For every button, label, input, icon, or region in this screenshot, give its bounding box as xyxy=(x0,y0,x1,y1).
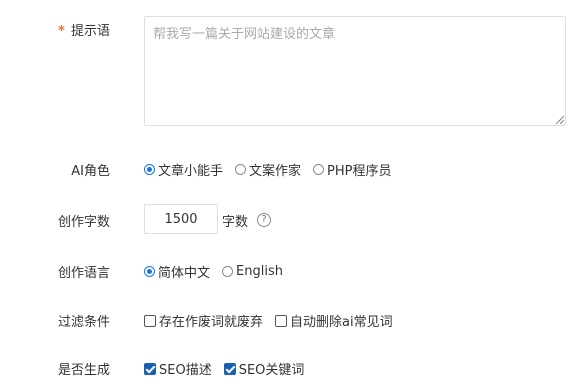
prompt-label: * 提示语 xyxy=(58,20,110,39)
question-circle-icon[interactable]: ? xyxy=(257,213,271,227)
language-option-zh[interactable]: 简体中文 xyxy=(144,262,210,281)
ai-role-option-label: PHP程序员 xyxy=(327,164,392,179)
generate-option-seo-description[interactable]: SEO描述 xyxy=(144,359,212,378)
language-option-label: English xyxy=(236,264,283,279)
radio-selected-icon[interactable] xyxy=(144,266,155,277)
ai-role-option-label: 文章小能手 xyxy=(158,164,224,179)
language-label: 创作语言 xyxy=(57,266,110,281)
prompt-textarea-wrapper xyxy=(144,16,566,126)
ai-role-label: AI角色 xyxy=(71,164,110,179)
filters-label: 过滤条件 xyxy=(57,315,110,330)
language-option-en[interactable]: English xyxy=(222,264,283,279)
radio-icon[interactable] xyxy=(313,164,325,175)
ai-role-option-label: 文案作家 xyxy=(249,164,302,179)
required-mark: * xyxy=(58,24,65,39)
checkbox-checked-icon[interactable] xyxy=(223,362,236,375)
filters-checkbox-group: 存在作废词就废弃 自动删除ai常见词 xyxy=(144,311,405,330)
generate-checkbox-group: SEO描述 SEO关键词 xyxy=(144,359,316,378)
checkbox-icon[interactable] xyxy=(275,314,288,327)
ai-role-radio-group: 文章小能手 文案作家 PHP程序员 xyxy=(144,160,404,179)
prompt-textarea[interactable] xyxy=(145,17,565,125)
filter-option-label: 存在作废词就废弃 xyxy=(159,315,264,330)
filter-option-label: 自动删除ai常见词 xyxy=(290,315,393,330)
filter-option-discard[interactable]: 存在作废词就废弃 xyxy=(144,311,263,330)
filter-option-remove-ai-words[interactable]: 自动删除ai常见词 xyxy=(275,311,393,330)
ai-role-option-article[interactable]: 文章小能手 xyxy=(144,160,223,179)
word-count-input[interactable] xyxy=(144,204,218,234)
radio-selected-icon[interactable] xyxy=(144,164,155,175)
generate-option-label: SEO关键词 xyxy=(238,363,305,378)
word-count-label: 创作字数 xyxy=(57,215,110,230)
word-count-unit: 字数 xyxy=(222,215,249,230)
generate-option-label: SEO描述 xyxy=(159,363,212,378)
language-radio-group: 简体中文 English xyxy=(144,262,295,281)
checkbox-icon[interactable] xyxy=(144,314,156,327)
prompt-label-text: 提示语 xyxy=(70,24,110,39)
generate-label: 是否生成 xyxy=(57,363,110,378)
ai-role-option-php[interactable]: PHP程序员 xyxy=(313,160,392,179)
ai-role-option-copywriter[interactable]: 文案作家 xyxy=(235,160,301,179)
radio-icon[interactable] xyxy=(222,266,234,277)
language-option-label: 简体中文 xyxy=(158,266,211,281)
checkbox-checked-icon[interactable] xyxy=(144,362,156,375)
resize-grip-icon[interactable] xyxy=(555,115,564,124)
radio-icon[interactable] xyxy=(235,164,247,175)
generate-option-seo-keywords[interactable]: SEO关键词 xyxy=(223,359,305,378)
